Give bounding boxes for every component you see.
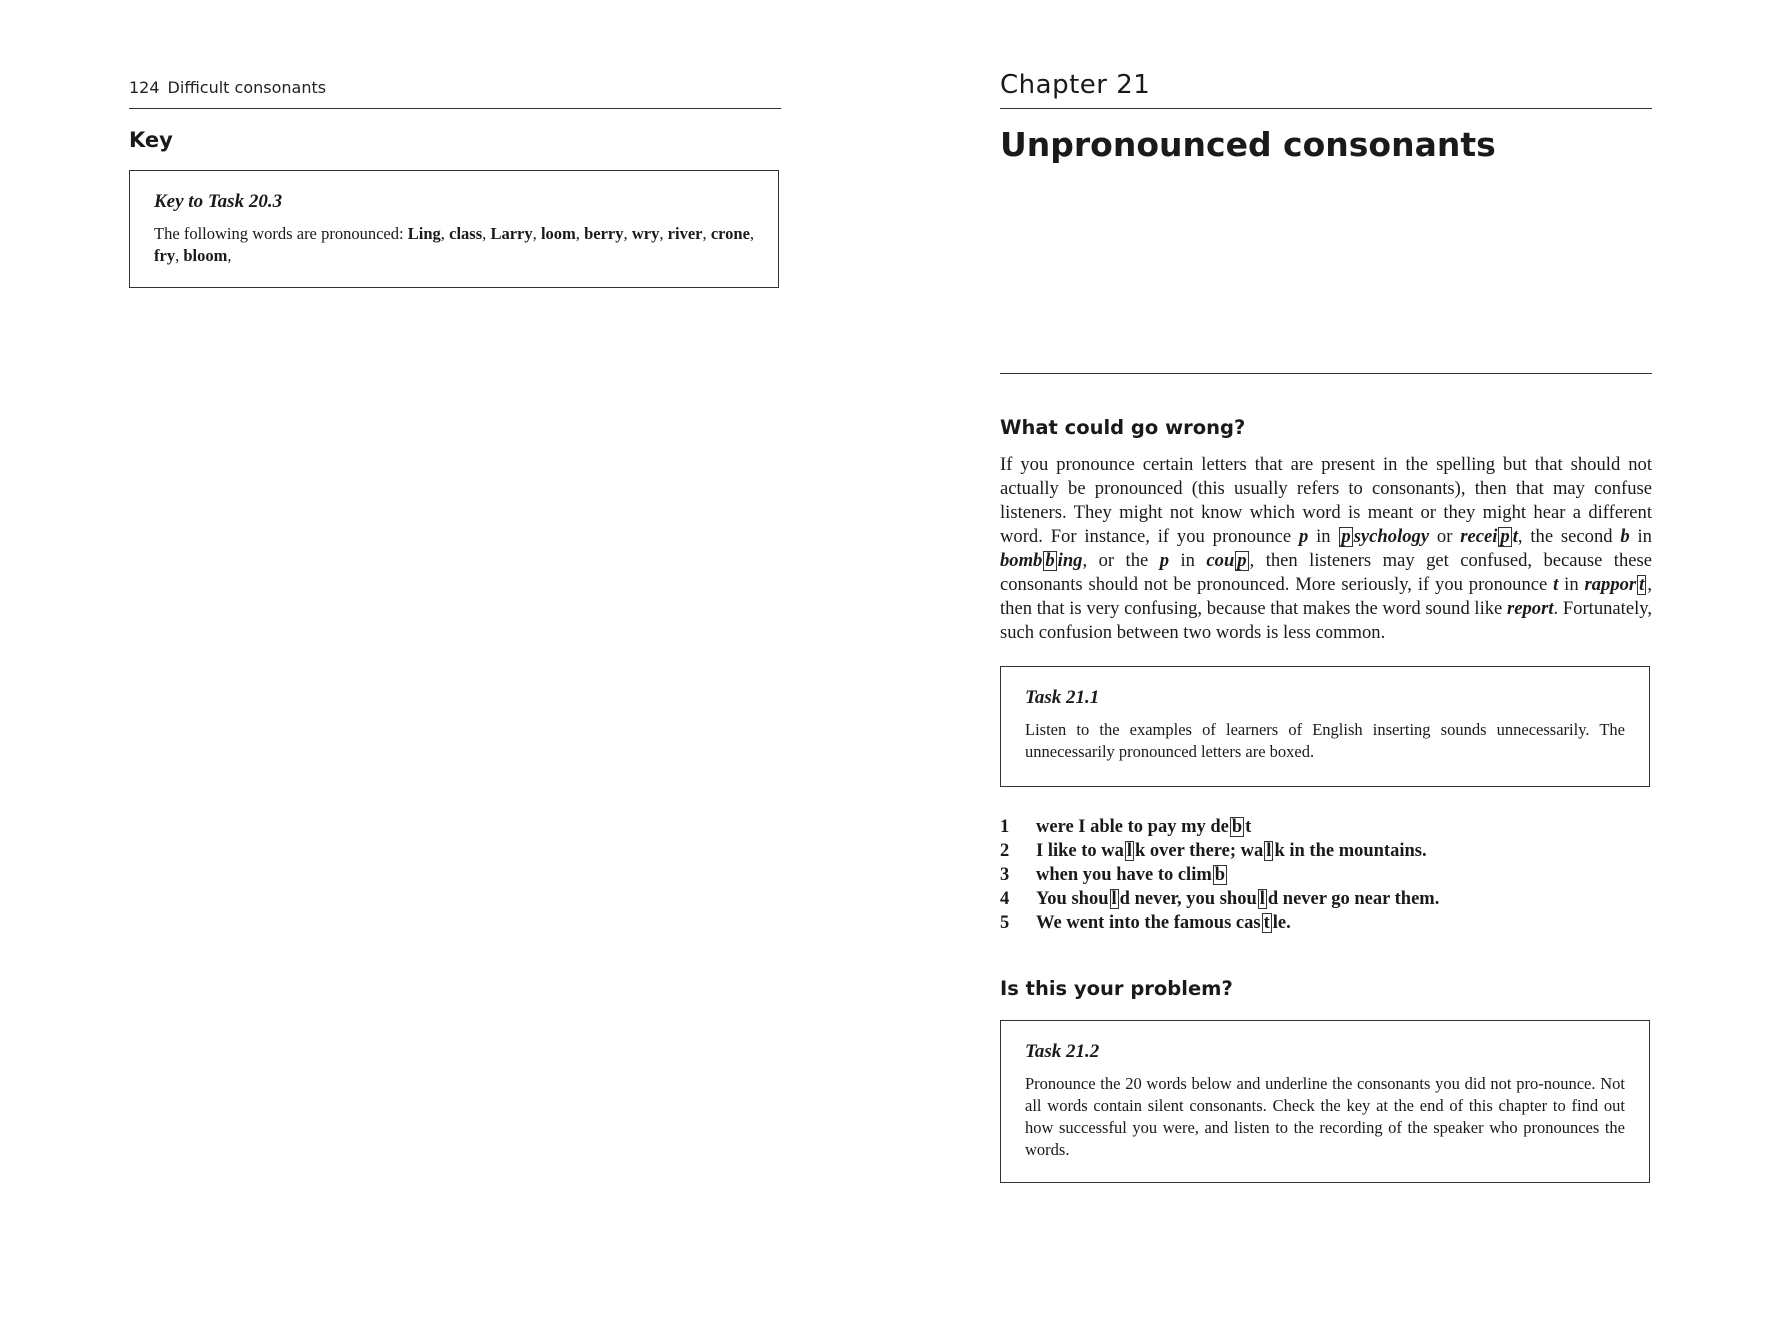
boxed-letter: t — [1637, 574, 1647, 595]
boxed-letter: l — [1124, 841, 1135, 861]
example-number: 1 — [1000, 817, 1010, 837]
key-box-title: Key to Task 20.3 — [154, 191, 283, 212]
page-number: 124 — [129, 78, 160, 97]
example-list: 1 were I able to pay my de b t 2 I like to… — [1000, 815, 1652, 935]
body-paragraph: If you pronounce certain letters that ar… — [1000, 454, 1652, 643]
running-head-title: Difficult consonants — [167, 78, 327, 97]
key-word: wry — [631, 224, 660, 243]
boxed-letter: b — [1043, 550, 1057, 571]
key-word: crone — [710, 224, 750, 243]
task-21-1-title: Task 21.1 — [1025, 687, 1100, 708]
header-rule — [129, 108, 781, 109]
example-number: 5 — [1000, 913, 1010, 933]
task-21-1-text: Listen to the examples of learners of En… — [1025, 720, 1625, 761]
key-word: bloom — [183, 246, 228, 265]
boxed-letter: l — [1109, 889, 1119, 909]
key-word: Ling — [407, 224, 441, 243]
task-21-2-box: Task 21.2 Pronounce the 20 words below a… — [1000, 1020, 1650, 1183]
example-number: 2 — [1000, 841, 1010, 861]
key-box-text: The following words are pronounced: Ling… — [154, 224, 755, 265]
task-21-2-text: Pronounce the 20 words below and underli… — [1025, 1074, 1625, 1159]
section-heading-what-could-go-wrong: What could go wrong? — [1000, 416, 1246, 439]
key-word: class — [449, 224, 483, 243]
task-21-1-box: Task 21.1 Listen to the examples of lear… — [1000, 666, 1650, 787]
boxed-letter: p — [1339, 526, 1353, 547]
example-number: 3 — [1000, 865, 1010, 885]
key-word: river — [667, 224, 703, 243]
key-heading: Key — [129, 128, 173, 152]
example-item: 4 You shou l d never, you shou l d never go … — [1000, 889, 1440, 909]
boxed-letter: t — [1261, 913, 1272, 933]
boxed-letter: l — [1264, 841, 1274, 861]
chapter-title: Unpronounced consonants — [1000, 125, 1496, 164]
boxed-letter: p — [1235, 550, 1249, 571]
example-number: 4 — [1000, 889, 1010, 909]
boxed-letter: p — [1498, 526, 1512, 547]
running-head: 124 Difficult consonants — [129, 78, 326, 97]
task-21-2-title: Task 21.2 — [1025, 1041, 1100, 1062]
key-box: Key to Task 20.3 The following words are… — [129, 170, 779, 288]
boxed-letter: l — [1257, 889, 1267, 909]
boxed-letter: b — [1212, 865, 1228, 885]
example-item: 1 were I able to pay my de b t — [1000, 817, 1252, 837]
key-word: Larry — [490, 224, 533, 243]
key-word: berry — [584, 224, 624, 243]
chapter-opener-rule — [1000, 373, 1652, 374]
chapter-label: Chapter 21 — [1000, 70, 1151, 100]
example-item: 3 when you have to clim b — [1000, 865, 1228, 885]
example-item: 2 I like to wa l k over there; wa l k in the… — [1000, 841, 1427, 861]
example-item: 5 We went into the famous cas t le. — [1000, 913, 1291, 933]
key-box-intro: The following words are pronounced: — [154, 224, 408, 243]
key-word: loom — [540, 224, 576, 243]
chapter-rule — [1000, 108, 1652, 109]
key-word: fry — [154, 246, 176, 265]
section-heading-is-this-your-problem: Is this your problem? — [1000, 977, 1233, 1000]
boxed-letter: b — [1229, 817, 1245, 837]
